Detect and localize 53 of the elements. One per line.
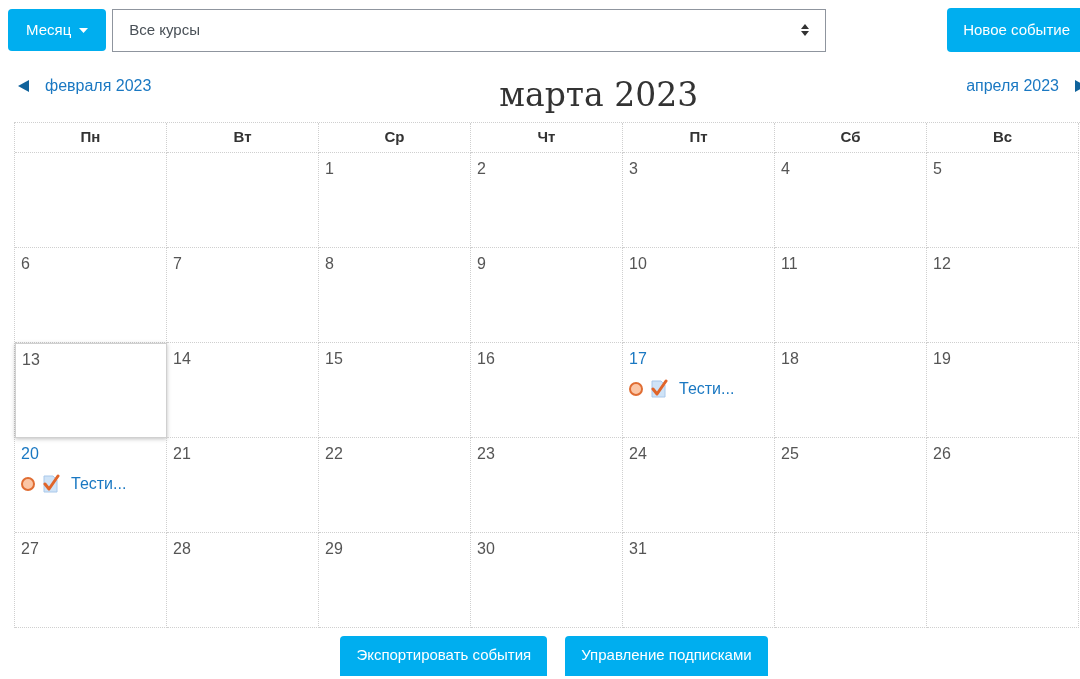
day-number: 18 xyxy=(781,348,799,369)
day-number: 27 xyxy=(21,538,39,559)
weekday-header: Пн xyxy=(15,122,167,153)
day-number: 2 xyxy=(477,158,486,179)
weekday-header: Вс xyxy=(927,122,1079,153)
footer-button[interactable]: Экспортировать события xyxy=(340,635,548,676)
view-dropdown-button[interactable]: Месяц xyxy=(8,9,107,51)
caret-icon xyxy=(79,27,89,33)
month-title: марта 2023 xyxy=(499,74,699,116)
day-number: 25 xyxy=(781,443,799,464)
day-number: 26 xyxy=(933,443,951,464)
day-number: 23 xyxy=(477,443,495,464)
day-number: 31 xyxy=(629,538,647,559)
day-number: 13 xyxy=(22,349,40,370)
day-number: 12 xyxy=(933,253,951,274)
day-number: 9 xyxy=(477,253,486,274)
day-number: 14 xyxy=(173,348,191,369)
weekday-header: Ср xyxy=(319,122,471,153)
day-number: 1 xyxy=(325,158,334,179)
day-number: 28 xyxy=(173,538,191,559)
day-number: 29 xyxy=(325,538,343,559)
event-link[interactable]: Тести... xyxy=(679,376,735,401)
weekday-header: Вт xyxy=(167,122,319,153)
day-number: 3 xyxy=(629,158,638,179)
course-select[interactable]: Все курсы xyxy=(112,8,827,52)
event-link[interactable]: Тести... xyxy=(71,471,127,496)
day-number: 8 xyxy=(325,253,334,274)
day-number: 22 xyxy=(325,443,343,464)
left-triangle-icon xyxy=(18,80,29,92)
day-number: 4 xyxy=(781,158,790,179)
day-number: 7 xyxy=(173,253,182,274)
footer-button[interactable]: Управление подписками xyxy=(565,635,768,676)
quiz-check-icon xyxy=(649,378,669,399)
day-number: 10 xyxy=(629,253,647,274)
new-event-button[interactable]: Новое событие xyxy=(947,8,1080,52)
day-link[interactable]: 20 xyxy=(21,441,39,466)
day-number: 5 xyxy=(933,158,942,179)
day-number: 6 xyxy=(21,253,30,274)
day-number: 19 xyxy=(933,348,951,369)
day-number: 16 xyxy=(477,348,495,369)
day-number: 30 xyxy=(477,538,495,559)
weekday-header: Пт xyxy=(623,122,775,153)
previous-month-link[interactable]: февраля 2023 xyxy=(18,74,152,98)
quiz-check-icon xyxy=(41,473,61,494)
day-number: 21 xyxy=(173,443,191,464)
weekday-header: Чт xyxy=(471,122,623,153)
next-month-link[interactable]: апреля 2023 xyxy=(966,74,1080,98)
day-link[interactable]: 17 xyxy=(629,346,647,371)
day-number: 24 xyxy=(629,443,647,464)
weekday-header: Сб xyxy=(775,122,927,153)
day-number: 15 xyxy=(325,348,343,369)
sort-arrows-icon xyxy=(801,24,810,36)
day-number: 11 xyxy=(781,253,798,274)
